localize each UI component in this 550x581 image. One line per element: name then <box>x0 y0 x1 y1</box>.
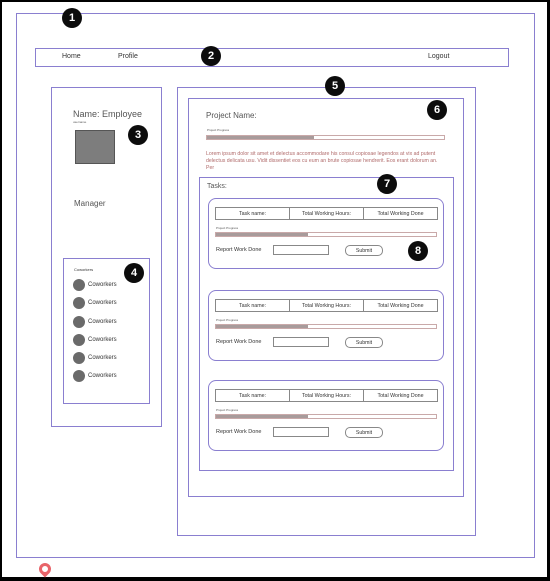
coworker-label: Coworkers <box>88 319 117 325</box>
report-work-label: Report Work Done <box>216 429 262 435</box>
coworker-label: Coworkers <box>88 300 117 306</box>
task-table-header: Task name: Total Working Hours: Total Wo… <box>215 299 438 312</box>
coworker-label: Coworkers <box>88 355 117 361</box>
task-card: Task name: Total Working Hours: Total Wo… <box>208 198 444 269</box>
task-table-header: Task name: Total Working Hours: Total Wo… <box>215 207 438 220</box>
submit-button[interactable]: Submit <box>345 337 383 348</box>
task-card: Task name: Total Working Hours: Total Wo… <box>208 380 444 451</box>
coworker-item[interactable]: Coworkers <box>73 334 117 346</box>
total-hours-header: Total Working Hours: <box>290 300 364 311</box>
annotation-badge-1: 1 <box>62 8 82 28</box>
user-icon <box>73 316 85 328</box>
submit-button[interactable]: Submit <box>345 245 383 256</box>
task-card: Task name: Total Working Hours: Total Wo… <box>208 290 444 361</box>
nav-profile-link[interactable]: Profile <box>118 53 138 60</box>
user-icon <box>73 297 85 309</box>
employee-name: Name: Employee <box>73 109 143 119</box>
annotation-badge-4: 4 <box>124 263 144 283</box>
coworker-item[interactable]: Coworkers <box>73 279 117 291</box>
project-description: Lorem ipsum dolor sit amet et delectus a… <box>206 151 438 171</box>
report-work-label: Report Work Done <box>216 339 262 345</box>
annotation-badge-8: 8 <box>408 241 428 261</box>
nav-home-link[interactable]: Home <box>62 53 81 60</box>
task-progress-fill <box>216 233 309 236</box>
nav-logout-link[interactable]: Logout <box>428 53 449 60</box>
employee-role: Manager <box>74 199 106 208</box>
annotation-badge-7: 7 <box>377 174 397 194</box>
avatar-icon <box>75 130 115 164</box>
coworker-label: Coworkers <box>88 337 117 343</box>
coworkers-title: Coworkers <box>74 267 94 272</box>
annotation-badge-5: 5 <box>325 76 345 96</box>
user-icon <box>73 279 85 291</box>
annotation-badge-3: 3 <box>128 125 148 145</box>
task-progress-label: Project Progress <box>216 318 239 322</box>
task-table-header: Task name: Total Working Hours: Total Wo… <box>215 389 438 402</box>
report-work-label: Report Work Done <box>216 247 262 253</box>
task-name-header: Task name: <box>216 300 290 311</box>
task-name-header: Task name: <box>216 390 290 401</box>
task-progress-label: Project Progress <box>216 226 239 230</box>
report-work-input[interactable] <box>273 337 329 347</box>
total-done-header: Total Working Done <box>377 392 424 399</box>
annotation-badge-2: 2 <box>201 46 221 66</box>
submit-button[interactable]: Submit <box>345 427 383 438</box>
user-icon <box>73 370 85 382</box>
report-work-input[interactable] <box>273 245 329 255</box>
coworker-item[interactable]: Coworkers <box>73 316 117 328</box>
coworker-item[interactable]: Coworkers <box>73 352 117 364</box>
coworker-label: Coworkers <box>88 282 117 288</box>
task-progress-bar <box>215 324 437 329</box>
project-progress-fill <box>207 136 314 139</box>
annotation-badge-6: 6 <box>427 100 447 120</box>
coworker-item[interactable]: Coworkers <box>73 370 117 382</box>
map-pin-icon <box>36 560 54 578</box>
project-progress-bar <box>206 135 445 140</box>
employee-username: username <box>73 120 87 124</box>
coworker-label: Coworkers <box>88 373 117 379</box>
coworker-item[interactable]: Coworkers <box>73 297 117 309</box>
top-navbar: Home Profile Logout <box>35 48 509 67</box>
project-card: Project Name: Project Progress Lorem ips… <box>188 98 464 497</box>
task-progress-fill <box>216 415 309 418</box>
user-icon <box>73 352 85 364</box>
wireframe-page: 1 Home Profile Logout 2 Name: Employee u… <box>2 2 547 578</box>
task-progress-fill <box>216 325 309 328</box>
total-done-header: Total Working Done <box>377 210 424 217</box>
total-hours-header: Total Working Hours: <box>290 208 364 219</box>
total-hours-header: Total Working Hours: <box>290 390 364 401</box>
report-work-input[interactable] <box>273 427 329 437</box>
user-icon <box>73 334 85 346</box>
task-progress-bar <box>215 232 437 237</box>
task-name-header: Task name: <box>216 208 290 219</box>
tasks-title: Tasks: <box>207 183 227 190</box>
project-name-label: Project Name: <box>206 111 257 120</box>
tasks-panel: Tasks: Task name: Total Working Hours: T… <box>199 177 454 471</box>
task-progress-bar <box>215 414 437 419</box>
project-progress-label: Project Progress <box>207 128 230 132</box>
task-progress-label: Project Progress <box>216 408 239 412</box>
total-done-header: Total Working Done <box>377 302 424 309</box>
